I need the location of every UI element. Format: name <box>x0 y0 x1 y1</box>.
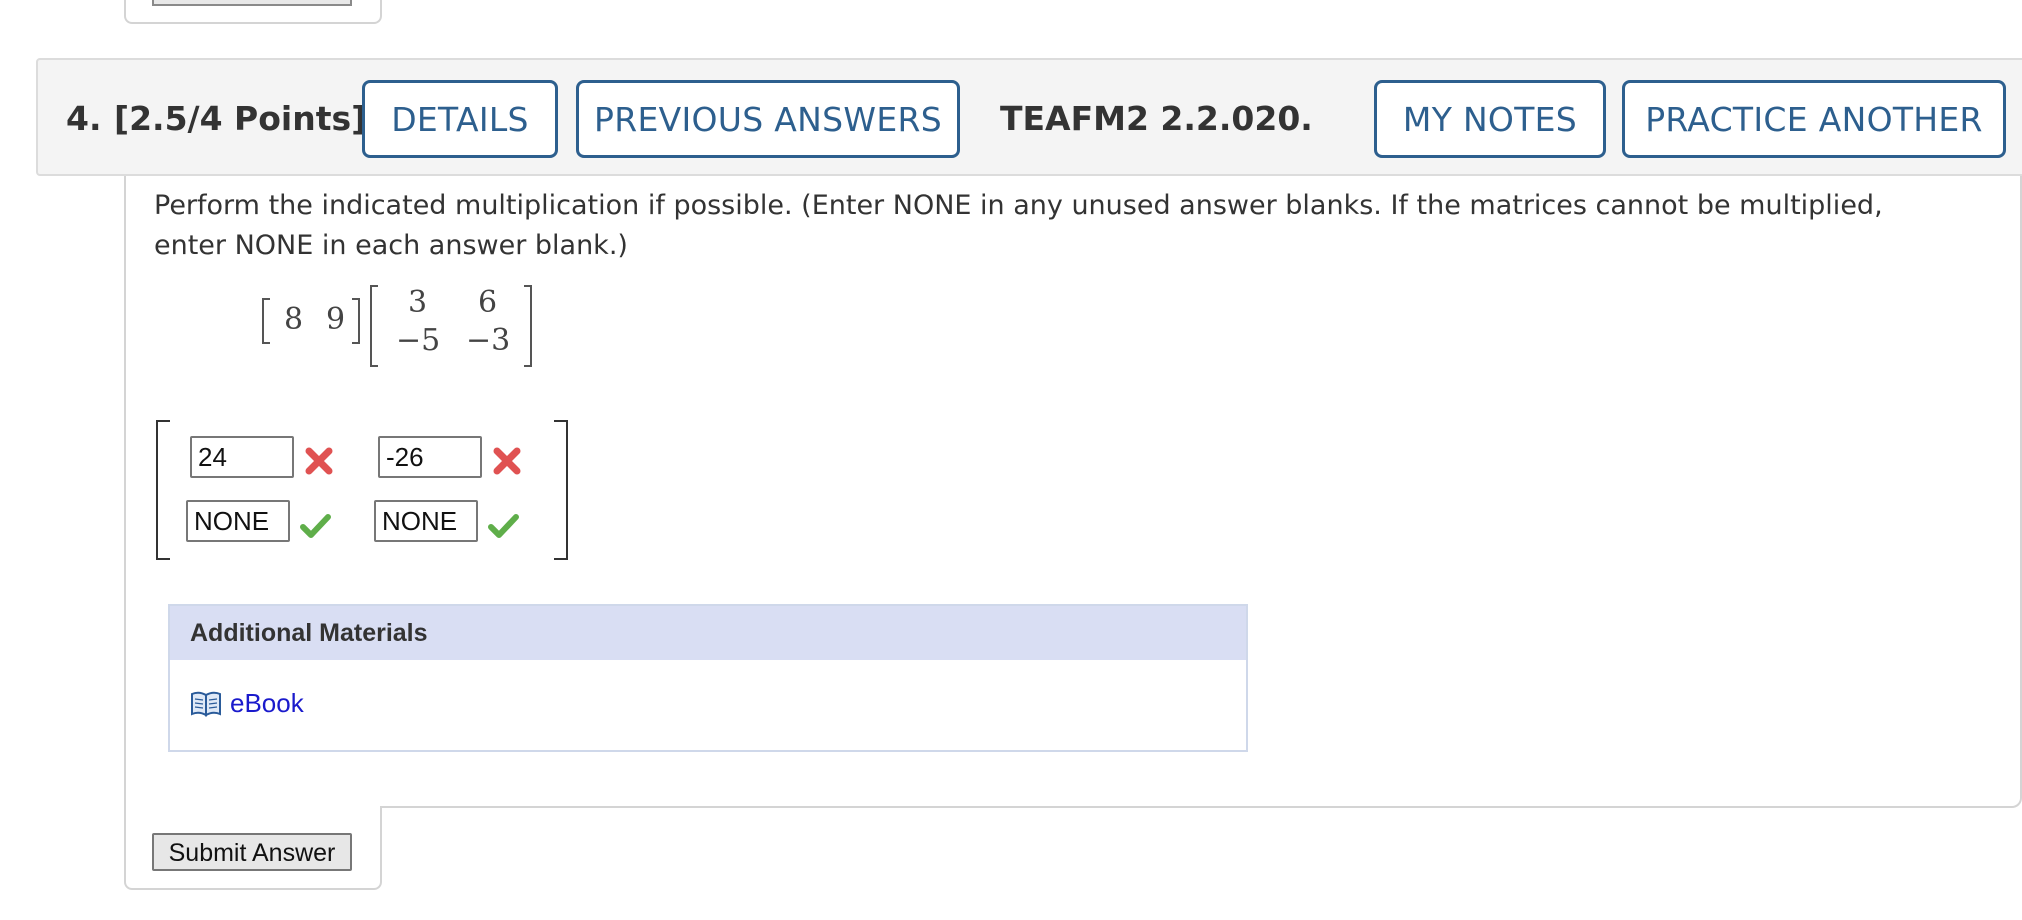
right-matrix-entry: −3 <box>466 323 511 358</box>
check-icon <box>488 514 519 538</box>
book-icon <box>191 691 221 717</box>
additional-materials-header: Additional Materials <box>170 606 1246 660</box>
right-matrix-entry: 6 <box>478 285 498 320</box>
answer-open-bracket <box>156 420 170 560</box>
previous-answers-button[interactable]: PREVIOUS ANSWERS <box>576 80 960 158</box>
submit-answer-button[interactable]: Submit Answer <box>152 833 352 871</box>
right-matrix-entry: 3 <box>408 285 428 320</box>
my-notes-button[interactable]: MY NOTES <box>1374 80 1606 158</box>
left-matrix-entry: 8 <box>284 302 304 337</box>
answer-input-r1c2[interactable] <box>378 436 482 478</box>
question-prompt: Perform the indicated multiplication if … <box>154 190 1883 261</box>
answer-input-r2c2[interactable] <box>374 500 478 542</box>
ebook-link[interactable]: eBook <box>230 688 304 719</box>
additional-materials-panel: Additional Materials eBook <box>168 604 1248 752</box>
additional-materials-title: Additional Materials <box>190 619 428 647</box>
question-points: [2.5/4 Points] <box>114 99 367 138</box>
answer-input-r1c1[interactable] <box>190 436 294 478</box>
incorrect-icon <box>493 447 521 475</box>
question-number: 4. <box>66 99 102 138</box>
left-matrix-close-bracket <box>352 298 360 344</box>
right-matrix-entry: −5 <box>396 323 441 358</box>
details-button[interactable]: DETAILS <box>362 80 558 158</box>
practice-another-button[interactable]: PRACTICE ANOTHER <box>1622 80 2006 158</box>
right-matrix-open-bracket <box>370 285 378 367</box>
check-icon <box>300 514 331 538</box>
answer-input-r2c1[interactable] <box>186 500 290 542</box>
previous-submit-button[interactable] <box>152 0 352 6</box>
right-matrix-close-bracket <box>524 285 532 367</box>
answer-close-bracket <box>554 420 568 560</box>
left-matrix-open-bracket <box>262 298 270 344</box>
left-matrix-entry: 9 <box>326 302 346 337</box>
assignment-code: TEAFM2 2.2.020. <box>1000 99 1313 138</box>
incorrect-icon <box>305 447 333 475</box>
question-header: 4. [2.5/4 Points] DETAILS PREVIOUS ANSWE… <box>36 58 2022 176</box>
